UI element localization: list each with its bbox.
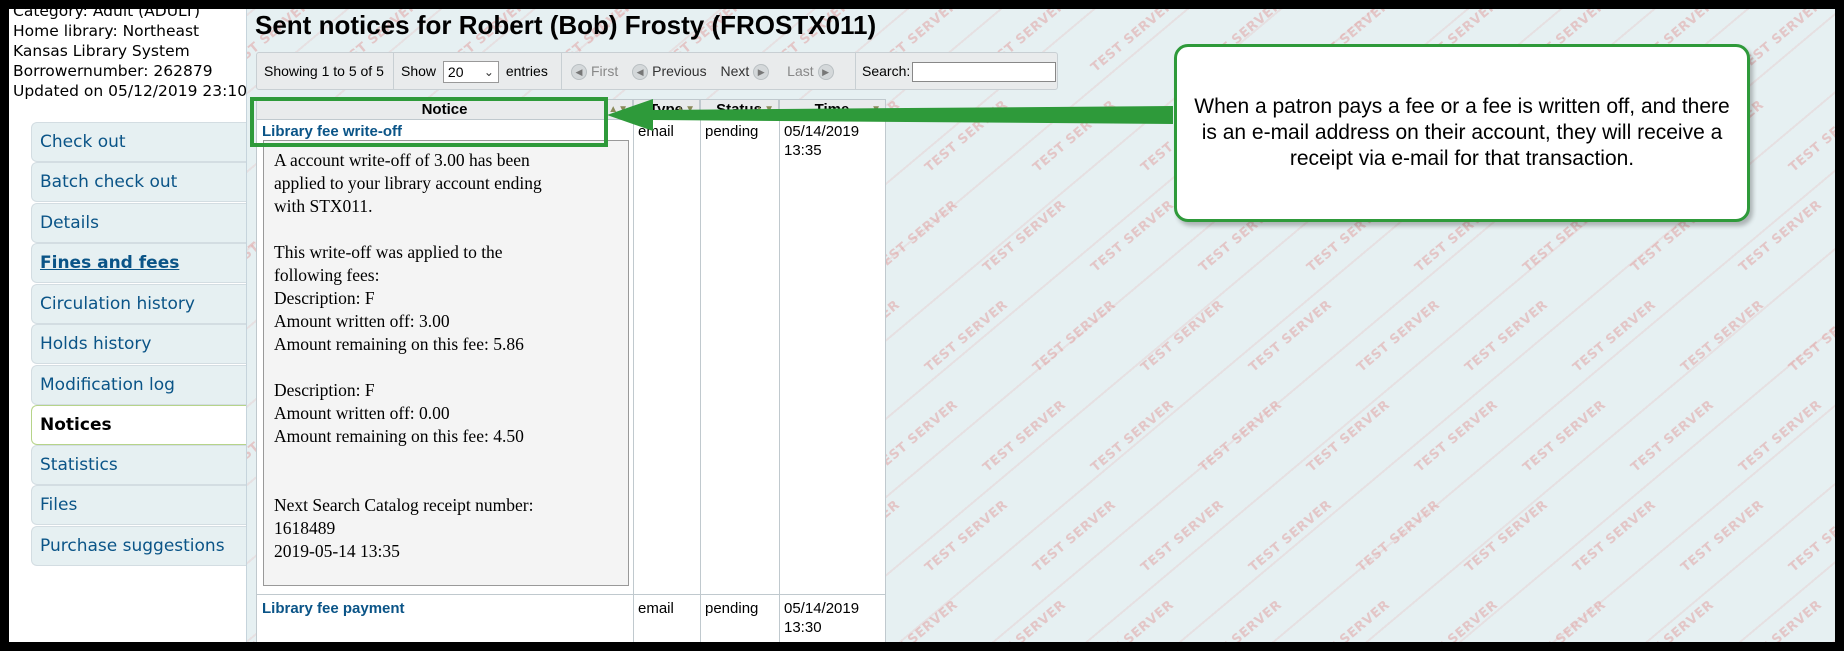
first-page-icon[interactable]: ◀	[571, 64, 587, 81]
watermark-text: TEST SERVER	[1678, 297, 1767, 376]
watermark-text: TEST SERVER	[1088, 597, 1177, 642]
first-page-link[interactable]: First	[591, 63, 618, 79]
notice-type: email	[638, 600, 674, 617]
notice-paragraph: This write-off was applied to the follow…	[274, 242, 524, 354]
page-size-select[interactable]: 20 ⌄	[442, 61, 499, 84]
watermark-text: TEST SERVER	[1570, 297, 1659, 376]
watermark-text: TEST SERVER	[1462, 297, 1551, 376]
sidebar: Category: Adult (ADULT) Home library: No…	[9, 9, 246, 642]
watermark-text: TEST SERVER	[1628, 397, 1717, 476]
patron-category: Category: Adult (ADULT)	[13, 9, 201, 20]
watermark-text: TEST SERVER	[1304, 597, 1393, 642]
patron-info: Category: Adult (ADULT) Home library: No…	[13, 9, 246, 101]
watermark-text: TEST SERVER	[1196, 397, 1285, 476]
notice-time: 05/14/2019 13:30	[784, 600, 860, 636]
watermark-text: TEST SERVER	[980, 597, 1069, 642]
table-toolbar: Showing 1 to 5 of 5 Show 20 ⌄ entries ◀ Fi…	[256, 52, 1058, 90]
watermark-text: TEST SERVER	[922, 497, 1011, 576]
entries-label: entries	[505, 63, 548, 79]
notice-status: pending	[705, 600, 759, 617]
watermark-text: TEST SERVER	[1196, 597, 1285, 642]
notice-content: A account write-off of 3.00 has been app…	[263, 140, 629, 586]
watermark-text: TEST SERVER	[1678, 497, 1767, 576]
previous-page-icon[interactable]: ◀	[632, 64, 649, 81]
notice-paragraph: A account write-off of 3.00 has been app…	[274, 150, 542, 216]
notice-title-link[interactable]: Library fee payment	[262, 599, 405, 618]
notice-paragraph: Description: F Amount written off: 0.00 …	[274, 380, 524, 446]
watermark-text: TEST SERVER	[1138, 297, 1227, 376]
sidebar-item-holds-history[interactable]: Holds history	[31, 324, 246, 364]
sidebar-item-batch-check-out[interactable]: Batch check out	[31, 162, 246, 202]
watermark-text: TEST SERVER	[1520, 397, 1609, 476]
watermark-text: TEST SERVER	[1030, 297, 1119, 376]
pagination: ◀ First ◀ Previous Next ▶ Last ▶	[567, 53, 838, 89]
watermark-text: TEST SERVER	[1520, 597, 1609, 642]
page-title: Sent notices for Robert (Bob) Frosty (FR…	[255, 10, 877, 40]
sidebar-item-circulation-history[interactable]: Circulation history	[31, 284, 246, 324]
next-page-link[interactable]: Next	[720, 63, 749, 79]
sidebar-item-statistics[interactable]: Statistics	[31, 445, 246, 485]
last-page-icon[interactable]: ▶	[817, 64, 834, 81]
main-content: TEST SERVER TEST SERVER TEST SERVER TEST SE…	[246, 9, 1835, 642]
watermark-text: TEST SERVER	[1030, 497, 1119, 576]
watermark-text: TEST SERVER	[1786, 97, 1835, 176]
watermark-text: TEST SERVER	[1354, 497, 1443, 576]
patron-library-system: Kansas Library System	[13, 42, 190, 60]
watermark-text: TEST SERVER	[1138, 497, 1227, 576]
watermark-text: TEST SERVER	[1628, 597, 1717, 642]
page-size-control: Show 20 ⌄ entries	[401, 53, 548, 89]
sidebar-item-notices[interactable]: Notices	[31, 405, 246, 445]
watermark-text: TEST SERVER	[922, 297, 1011, 376]
previous-page-link[interactable]: Previous	[652, 63, 706, 79]
patron-updated: Updated on 05/12/2019 23:10	[13, 82, 246, 100]
watermark-text: TEST SERVER	[1412, 597, 1501, 642]
sidebar-item-fines-and-fees[interactable]: Fines and fees	[31, 243, 246, 283]
showing-info: Showing 1 to 5 of 5	[264, 63, 384, 79]
callout-arrow	[607, 99, 1173, 131]
watermark-text: TEST SERVER	[1736, 397, 1825, 476]
sidebar-item-modification-log[interactable]: Modification log	[31, 365, 246, 405]
notice-paragraph: Next Search Catalog receipt number: 1618…	[274, 495, 534, 561]
sidebar-item-check-out[interactable]: Check out	[31, 122, 246, 162]
watermark-text: TEST SERVER	[1246, 497, 1335, 576]
callout-box: When a patron pays a fee or a fee is wri…	[1174, 44, 1750, 222]
search-control: Search:	[862, 53, 1057, 89]
watermark-text: TEST SERVER	[1736, 597, 1825, 642]
show-label: Show	[401, 63, 437, 79]
app-window: Category: Adult (ADULT) Home library: No…	[9, 9, 1835, 642]
notices-table: Notice▲▼ Type▲▼ Status▲▼ Time▼ Library f…	[256, 99, 886, 642]
patron-home-library: Home library: Northeast	[13, 22, 200, 40]
watermark-text: TEST SERVER	[1088, 397, 1177, 476]
watermark-text: TEST SERVER	[1570, 497, 1659, 576]
watermark-text: TEST SERVER	[1354, 297, 1443, 376]
sidebar-item-files[interactable]: Files	[31, 485, 246, 525]
last-page-link[interactable]: Last	[787, 63, 813, 79]
watermark-text: TEST SERVER	[1786, 497, 1835, 576]
highlight-box	[250, 97, 608, 147]
patron-borrowernumber: Borrowernumber: 262879	[13, 62, 213, 80]
watermark-text: TEST SERVER	[980, 197, 1069, 276]
next-page-icon[interactable]: ▶	[753, 64, 770, 81]
callout-text: When a patron pays a fee or a fee is wri…	[1194, 95, 1730, 170]
watermark-text: TEST SERVER	[1786, 297, 1835, 376]
watermark-text: TEST SERVER	[1088, 9, 1177, 76]
search-input[interactable]	[912, 62, 1057, 83]
watermark-text: TEST SERVER	[1304, 397, 1393, 476]
sidebar-item-details[interactable]: Details	[31, 203, 246, 243]
watermark-text: TEST SERVER	[1462, 497, 1551, 576]
sidebar-item-purchase-suggestions[interactable]: Purchase suggestions	[31, 526, 246, 566]
watermark-text: TEST SERVER	[1412, 397, 1501, 476]
search-label: Search:	[862, 63, 911, 79]
watermark-text: TEST SERVER	[980, 397, 1069, 476]
chevron-down-icon: ⌄	[483, 65, 494, 80]
watermark-text: TEST SERVER	[1246, 297, 1335, 376]
watermark-text: TEST SERVER	[1088, 197, 1177, 276]
